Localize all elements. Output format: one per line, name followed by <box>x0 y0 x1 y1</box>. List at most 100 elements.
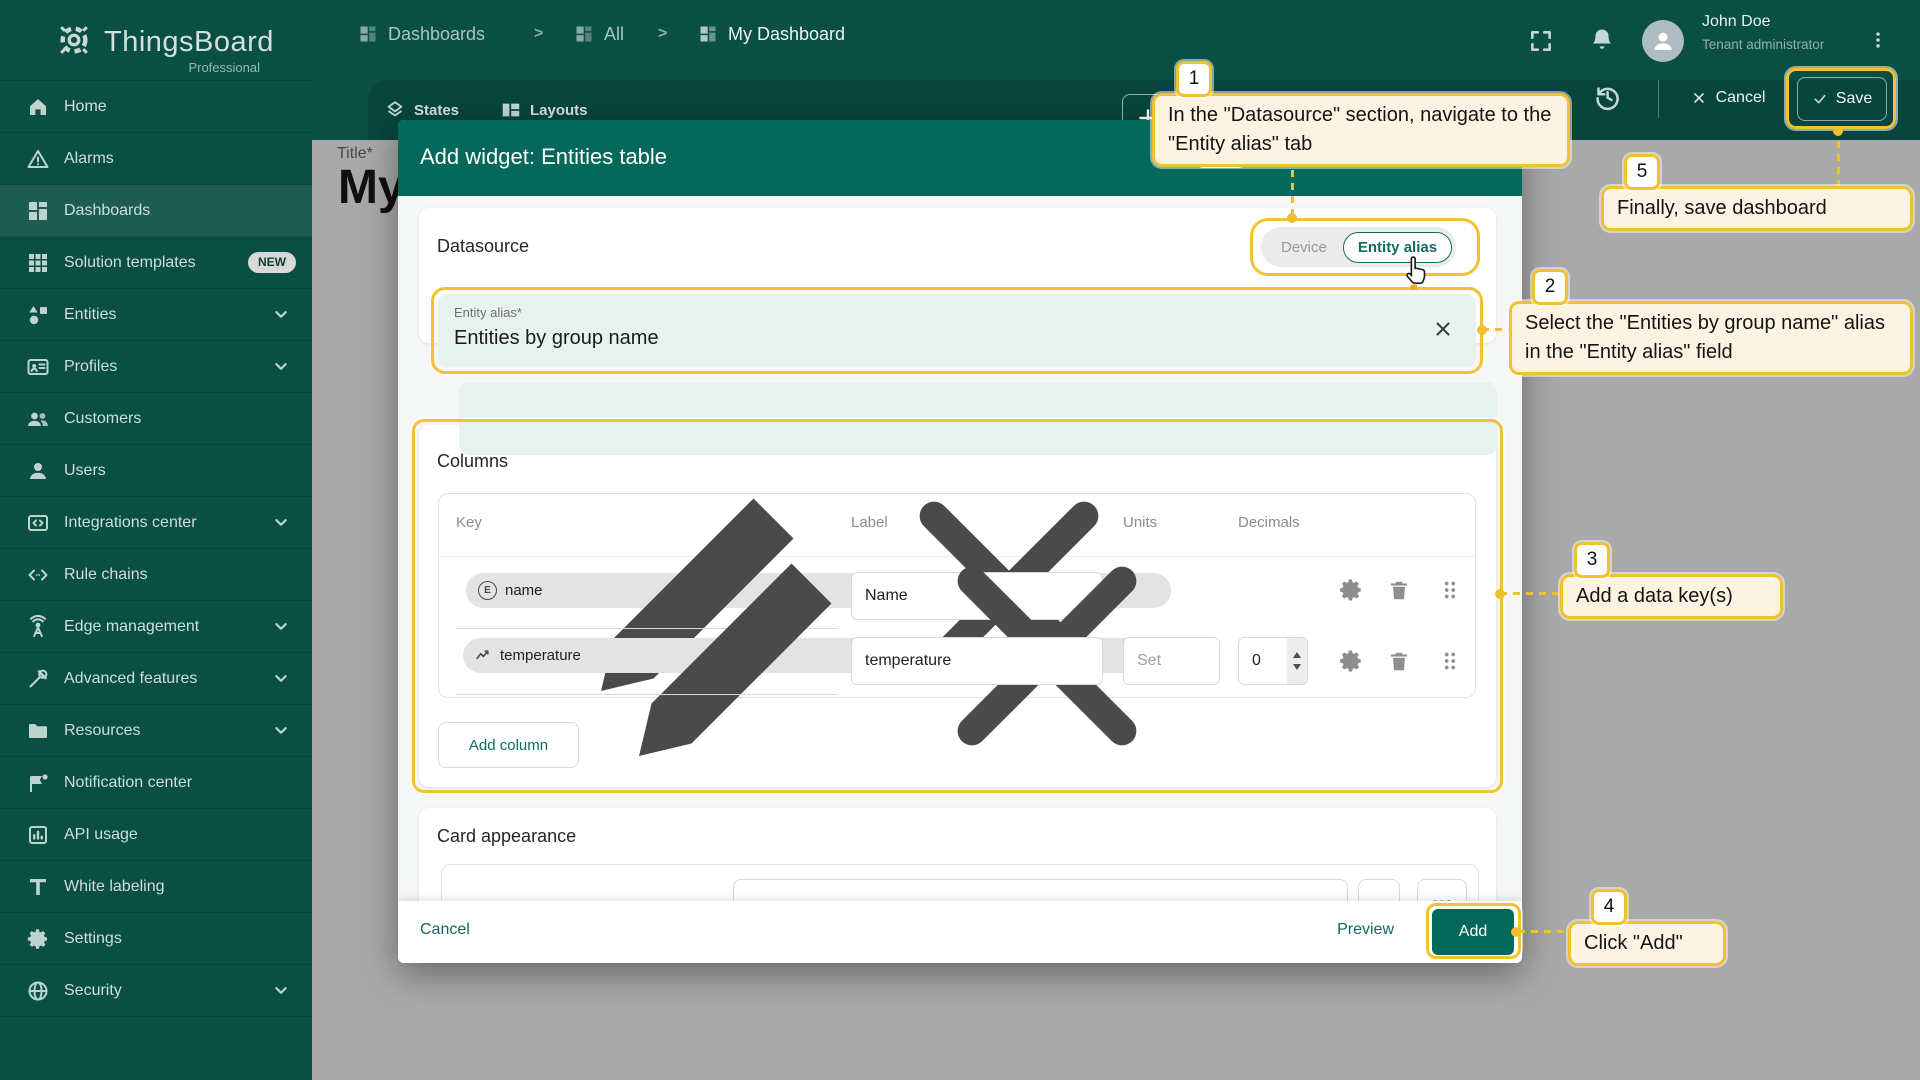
solution-templates-icon <box>26 251 50 275</box>
sidebar-item-dashboards[interactable]: Dashboards <box>0 185 312 237</box>
dialog-cancel-button[interactable]: Cancel <box>420 921 470 939</box>
customers-icon <box>26 407 50 431</box>
brand-logo[interactable]: ThingsBoard Professional <box>0 0 312 81</box>
user-avatar[interactable] <box>1642 20 1684 62</box>
preview-button[interactable]: Preview <box>1337 921 1394 939</box>
breadcrumb-separator: > <box>658 0 667 68</box>
entity-alias-value: Entities by group name <box>454 327 659 350</box>
connector-1 <box>1291 170 1294 218</box>
sidebar-item-customers[interactable]: Customers <box>0 393 312 445</box>
chevron-down-icon <box>270 719 292 741</box>
breadcrumb-all[interactable]: All <box>574 0 624 68</box>
connector-dot-1 <box>1287 213 1297 223</box>
edge-management-icon <box>26 615 50 639</box>
advanced-features-icon <box>26 667 50 691</box>
fullscreen-button[interactable] <box>1528 28 1554 54</box>
connector-3 <box>1500 592 1562 595</box>
white-labeling-icon <box>26 875 50 899</box>
add-column-button[interactable]: Add column <box>438 722 579 768</box>
entity-alias-label: Entity alias* <box>454 305 522 320</box>
sidebar-item-settings[interactable]: Settings <box>0 913 312 965</box>
sidebar-item-api-usage[interactable]: API usage <box>0 809 312 861</box>
sidebar-item-rule-chains[interactable]: Rule chains <box>0 549 312 601</box>
user-role: Tenant administrator <box>1702 37 1824 52</box>
card-appearance-heading: Card appearance <box>437 826 576 847</box>
clear-alias-icon[interactable] <box>1432 318 1454 340</box>
check-icon <box>1812 91 1828 107</box>
label-input-temperature[interactable] <box>851 637 1103 685</box>
drag-handle-icon[interactable] <box>1437 648 1463 674</box>
column-header-decimals: Decimals <box>1238 514 1300 531</box>
notifications-bell-button[interactable] <box>1588 26 1616 54</box>
column-header-key: Key <box>456 514 482 531</box>
history-button[interactable] <box>1592 82 1622 112</box>
toolbar-divider <box>1658 80 1659 118</box>
security-icon <box>26 979 50 1003</box>
entity-field-icon: E <box>478 581 497 600</box>
connector-5 <box>1837 128 1840 186</box>
thingsboard-logo-icon <box>52 18 96 62</box>
dialog-footer: Cancel Preview Add <box>398 901 1522 963</box>
sidebar-item-entities[interactable]: Entities <box>0 289 312 341</box>
api-usage-icon <box>26 823 50 847</box>
breadcrumb-dashboards[interactable]: Dashboards <box>358 0 485 68</box>
columns-table: Key Label Units Decimals E name <box>438 493 1476 698</box>
columns-section: Columns Key Label Units Decimals E name <box>419 425 1496 787</box>
sidebar-item-edge-management[interactable]: Edge management <box>0 601 312 653</box>
stepper-up-icon[interactable] <box>1293 652 1301 658</box>
callout-number-2: 2 <box>1532 269 1568 305</box>
sidebar-item-white-labeling[interactable]: White labeling <box>0 861 312 913</box>
dashboard-title-value: My <box>338 160 405 215</box>
datasource-heading: Datasource <box>437 236 529 257</box>
column-settings-gear-icon[interactable] <box>1338 577 1364 603</box>
breadcrumb-my-dashboard[interactable]: My Dashboard <box>698 0 845 68</box>
callout-4: Click "Add" <box>1568 921 1726 966</box>
chevron-down-icon <box>270 615 292 637</box>
entities-icon <box>26 303 50 327</box>
dashboard-grid-icon <box>574 24 594 44</box>
notification-center-icon <box>26 771 50 795</box>
sidebar-item-solution-templates[interactable]: Solution templates NEW <box>0 237 312 289</box>
chevron-down-icon <box>270 979 292 1001</box>
delete-column-icon[interactable] <box>1386 577 1412 603</box>
units-input[interactable] <box>1123 637 1220 685</box>
delete-column-icon[interactable] <box>1386 648 1412 674</box>
entity-alias-field[interactable]: Entity alias* Entities by group name <box>438 294 1476 367</box>
drag-handle-icon[interactable] <box>1437 577 1463 603</box>
device-tab[interactable]: Device <box>1265 239 1343 256</box>
chevron-down-icon <box>270 511 292 533</box>
stepper-down-icon[interactable] <box>1293 664 1301 670</box>
column-settings-gear-icon[interactable] <box>1338 648 1364 674</box>
close-icon <box>1691 90 1707 106</box>
dialog-add-button[interactable]: Add <box>1432 909 1514 955</box>
sidebar-item-security[interactable]: Security <box>0 965 312 1017</box>
key-underline <box>456 694 838 695</box>
sidebar-item-notification-center[interactable]: Notification center <box>0 757 312 809</box>
sidebar-item-users[interactable]: Users <box>0 445 312 497</box>
callout-5: Finally, save dashboard <box>1601 186 1913 231</box>
sidebar-item-alarms[interactable]: Alarms <box>0 133 312 185</box>
more-menu-button[interactable] <box>1868 26 1888 54</box>
callout-2: Select the "Entities by group name" alia… <box>1509 301 1913 375</box>
mouse-cursor-hand-icon <box>1402 254 1432 290</box>
save-dashboard-button[interactable]: Save <box>1797 77 1887 121</box>
sidebar-item-profiles[interactable]: Profiles <box>0 341 312 393</box>
sidebar-item-resources[interactable]: Resources <box>0 705 312 757</box>
sidebar: ThingsBoard Professional Home Alarms Das… <box>0 0 312 1080</box>
callout-number-3: 3 <box>1574 542 1610 578</box>
sidebar-item-home[interactable]: Home <box>0 81 312 133</box>
edit-key-icon[interactable] <box>589 506 889 806</box>
profiles-icon <box>26 355 50 379</box>
dashboards-icon <box>26 199 50 223</box>
entity-alias-tab[interactable]: Entity alias <box>1343 232 1452 263</box>
states-icon <box>384 99 406 121</box>
callout-number-4: 4 <box>1591 889 1627 925</box>
stepper-arrows[interactable] <box>1287 638 1307 684</box>
sidebar-item-advanced-features[interactable]: Advanced features <box>0 653 312 705</box>
entity-alias-field[interactable] <box>459 382 1497 455</box>
sidebar-item-integrations-center[interactable]: Integrations center <box>0 497 312 549</box>
cancel-edit-button[interactable]: Cancel <box>1676 77 1780 119</box>
dashboard-grid-icon <box>698 24 718 44</box>
layouts-icon <box>500 99 522 121</box>
callout-3: Add a data key(s) <box>1560 574 1783 619</box>
